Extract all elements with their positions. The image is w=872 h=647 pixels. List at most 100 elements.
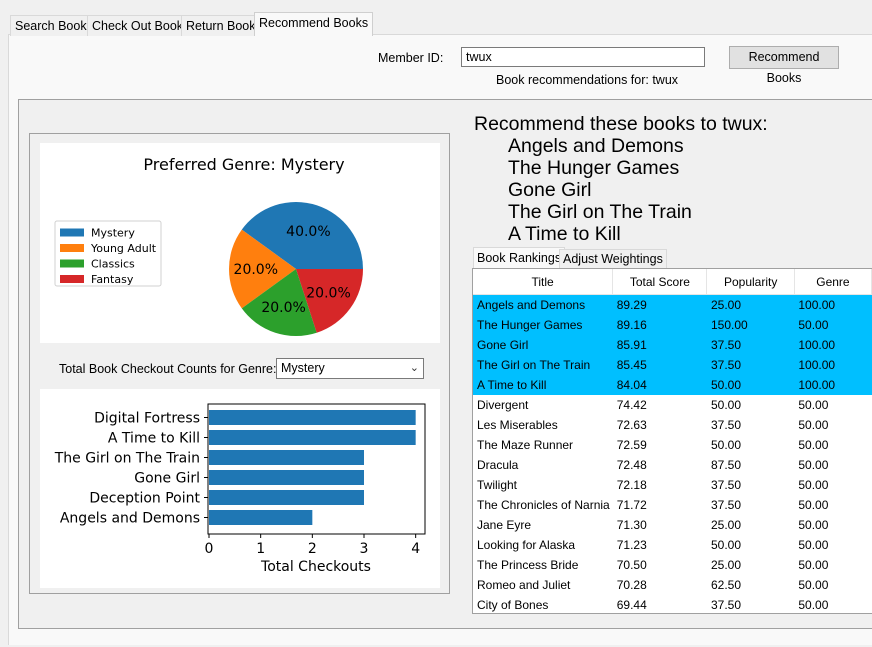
table-row[interactable]: The Maze Runner 72.59 50.00 50.00 [473,435,872,455]
chevron-down-icon: ⌄ [409,362,419,374]
cell-popularity: 37.50 [710,498,742,512]
column-header-popularity[interactable]: Popularity [706,269,795,295]
cell-total-score: 89.29 [612,294,707,315]
cell-title: Les Miserables [477,418,558,432]
cell-total-score: 69.44 [616,598,647,612]
table-row[interactable]: Les Miserables 72.63 37.50 50.00 [473,415,872,435]
cell-total-score: 85.91 [612,335,707,355]
column-header-title[interactable]: Title [473,269,614,295]
cell-total-score: 71.23 [616,538,647,552]
genre-select[interactable]: Mystery ⌄ [276,358,424,379]
tab-adjust-weightings[interactable]: Adjust Weightings [559,249,667,268]
x-tick-label: 2 [308,541,317,557]
table-row[interactable]: Looking for Alaska 71.23 50.00 50.00 [473,535,872,555]
cell-popularity: 37.50 [706,355,795,375]
pie-data-label: 40.0% [286,224,330,240]
cell-title: The Girl on The Train [473,355,613,375]
table-row[interactable]: The Girl on The Train 85.45 37.50 100.00 [473,355,872,375]
legend-swatch [60,259,84,268]
cell-title: The Maze Runner [477,438,574,452]
cell-popularity: 37.50 [710,598,742,612]
cell-title: Dracula [477,458,519,472]
cell-total-score: 72.48 [616,458,647,472]
cell-title: Jane Eyre [477,518,532,532]
cell-title: A Time to Kill [473,375,613,395]
legend-swatch [60,244,84,252]
cell-popularity: 37.50 [710,418,742,432]
cell-genre: 50.00 [798,438,829,452]
x-tick-label: 4 [411,541,420,557]
table-row[interactable]: Dracula 72.48 87.50 50.00 [473,455,872,475]
genre-select-value: Mystery [281,361,325,375]
table-row[interactable]: A Time to Kill 84.04 50.00 100.00 [473,375,872,395]
cell-genre: 50.00 [798,578,829,592]
x-tick-label: 3 [360,541,369,557]
cell-total-score: 70.28 [616,578,647,592]
recommend-books-button[interactable]: Recommend Books [729,46,839,85]
x-tick-label: 0 [205,541,214,557]
bar-category-label: Gone Girl [134,471,200,487]
cell-genre: 50.00 [798,598,829,612]
bar [209,430,416,445]
cell-genre: 50.00 [798,458,829,472]
tab-search-books[interactable]: Search Books [10,15,98,36]
cell-title: The Princess Bride [477,558,579,572]
legend-label: Mystery [91,227,135,240]
genre-select-label: Total Book Checkout Counts for Genre: [59,362,277,376]
cell-popularity: 50.00 [706,375,795,395]
table-row[interactable]: Romeo and Juliet 70.28 62.50 50.00 [473,575,872,595]
recommended-book: Gone Girl [508,179,592,201]
recommended-book: The Girl on The Train [508,201,692,223]
rankings-table[interactable]: Title Total Score Popularity Genre Angel… [472,268,872,614]
cell-total-score: 89.16 [612,315,707,335]
tab-recommend-books[interactable]: Recommend Books [254,12,374,36]
pie-data-label: 20.0% [234,262,278,278]
cell-total-score: 72.59 [616,438,647,452]
table-header-row: Title Total Score Popularity Genre [473,269,872,295]
pie-title: Preferred Genre: Mystery [143,155,344,174]
recommend-title: Recommend these books to twux: [474,113,768,135]
cell-genre: 50.00 [798,398,829,412]
table-row[interactable]: The Hunger Games 89.16 150.00 50.00 [473,315,872,335]
recommendation-status: Book recommendations for: twux [496,73,679,87]
table-row[interactable]: Angels and Demons 89.29 25.00 100.00 [473,294,872,315]
tab-book-rankings[interactable]: Book Rankings [473,247,566,268]
cell-total-score: 84.04 [612,375,707,395]
legend-swatch [60,228,84,237]
bar [209,470,364,485]
cell-popularity: 50.00 [710,398,742,412]
column-header-genre[interactable]: Genre [794,269,872,295]
column-header-total-score[interactable]: Total Score [612,269,708,295]
cell-title: Divergent [477,398,529,412]
recommended-book: The Hunger Games [508,157,680,179]
cell-genre: 50.00 [798,558,829,572]
cell-total-score: 70.50 [616,558,647,572]
cell-title: Romeo and Juliet [477,578,571,592]
table-row[interactable]: Jane Eyre 71.30 25.00 50.00 [473,515,872,535]
bar-category-label: Angels and Demons [60,511,200,527]
cell-genre: 50.00 [798,478,829,492]
member-id-input[interactable]: twux [461,47,705,67]
table-row[interactable]: Twilight 72.18 37.50 50.00 [473,475,872,495]
cell-total-score: 74.42 [616,398,647,412]
cell-genre: 100.00 [794,355,872,375]
cell-popularity: 150.00 [706,315,795,335]
cell-total-score: 71.30 [616,518,647,532]
table-row[interactable]: Gone Girl 85.91 37.50 100.00 [473,335,872,355]
cell-title: Gone Girl [473,335,613,355]
table-row[interactable]: Divergent 74.42 50.00 50.00 [473,395,872,415]
tab-check-out-book[interactable]: Check Out Book [87,15,189,36]
recommended-book: A Time to Kill [508,223,621,245]
tab-return-book[interactable]: Return Book [181,15,261,36]
bar-category-label: The Girl on The Train [54,451,200,467]
table-row[interactable]: City of Bones 69.44 37.50 50.00 [473,595,872,613]
legend-label: Young Adult [90,242,157,255]
pie-data-label: 20.0% [261,300,305,316]
cell-total-score: 85.45 [612,355,707,375]
bar-category-label: Deception Point [89,491,200,507]
cell-popularity: 37.50 [710,478,742,492]
cell-title: The Chronicles of Narnia [477,498,610,512]
table-row[interactable]: The Princess Bride 70.50 25.00 50.00 [473,555,872,575]
cell-genre: 100.00 [794,294,872,315]
table-row[interactable]: The Chronicles of Narnia 71.72 37.50 50.00 [473,495,872,515]
